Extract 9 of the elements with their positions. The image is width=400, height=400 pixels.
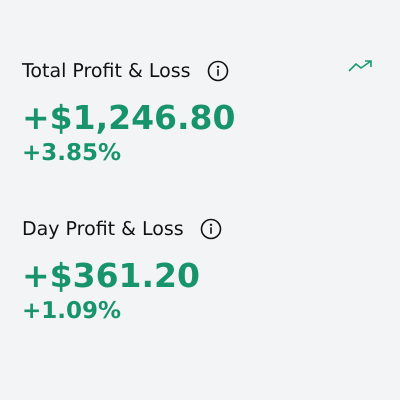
- profit-value: +$361.20: [22, 256, 201, 296]
- section-title: Day Profit & Loss: [22, 218, 184, 240]
- profit-value: +$1,246.80: [22, 98, 236, 138]
- trend-up-icon: [348, 59, 374, 73]
- info-icon[interactable]: [200, 218, 222, 240]
- section-title: Total Profit & Loss: [22, 60, 191, 82]
- profit-percent: +1.09%: [22, 297, 122, 326]
- info-icon[interactable]: [206, 60, 229, 82]
- profit-percent: +3.85%: [22, 139, 122, 168]
